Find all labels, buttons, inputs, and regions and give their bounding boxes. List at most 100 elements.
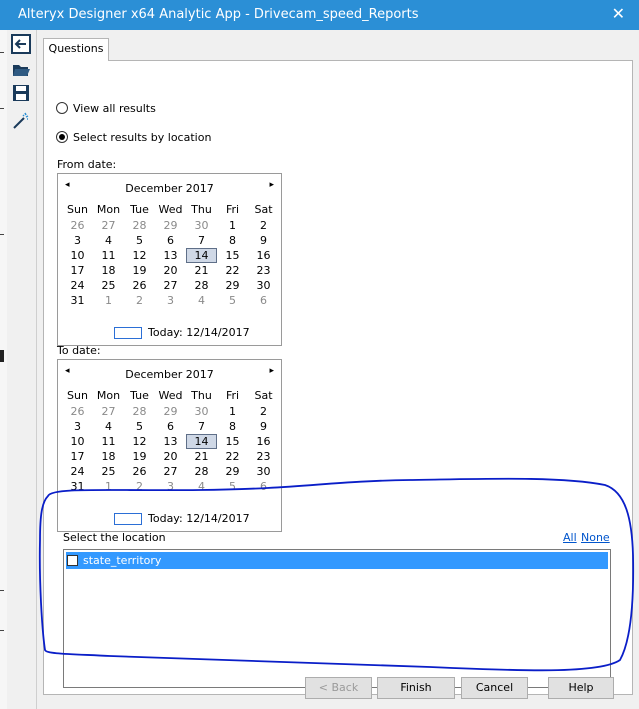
back-button[interactable]: < Back bbox=[305, 677, 372, 699]
calendar-day[interactable]: 5 bbox=[217, 479, 248, 494]
calendar-day[interactable]: 31 bbox=[62, 479, 93, 494]
calendar-day[interactable]: 6 bbox=[155, 419, 186, 434]
calendar-day[interactable]: 2 bbox=[248, 404, 279, 419]
calendar-day[interactable]: 9 bbox=[248, 419, 279, 434]
calendar-day[interactable]: 31 bbox=[62, 293, 93, 308]
calendar-day[interactable]: 17 bbox=[62, 449, 93, 464]
exit-icon[interactable] bbox=[11, 34, 31, 54]
select-all-link[interactable]: All bbox=[563, 531, 577, 544]
calendar-day[interactable]: 4 bbox=[186, 293, 217, 308]
calendar-day[interactable]: 18 bbox=[93, 263, 124, 278]
calendar-day[interactable]: 13 bbox=[155, 248, 186, 263]
view-all-radio[interactable] bbox=[56, 102, 68, 114]
calendar-day[interactable]: 2 bbox=[248, 218, 279, 233]
calendar-day[interactable]: 25 bbox=[93, 278, 124, 293]
calendar-day[interactable]: 18 bbox=[93, 449, 124, 464]
calendar-day[interactable]: 14 bbox=[186, 248, 217, 263]
calendar-day[interactable]: 19 bbox=[124, 263, 155, 278]
by-location-option[interactable]: Select results by location bbox=[56, 128, 211, 146]
calendar-day[interactable]: 8 bbox=[217, 419, 248, 434]
calendar-day[interactable]: 20 bbox=[155, 449, 186, 464]
tab-questions[interactable]: Questions bbox=[43, 38, 109, 61]
view-all-option[interactable]: View all results bbox=[56, 99, 156, 117]
calendar-day[interactable]: 6 bbox=[248, 293, 279, 308]
calendar-day[interactable]: 8 bbox=[217, 233, 248, 248]
calendar-day[interactable]: 30 bbox=[186, 404, 217, 419]
calendar-day[interactable]: 22 bbox=[217, 263, 248, 278]
calendar-day[interactable]: 12 bbox=[124, 434, 155, 449]
calendar-day[interactable]: 26 bbox=[62, 218, 93, 233]
next-month-icon[interactable]: ▸ bbox=[269, 366, 274, 376]
calendar-day[interactable]: 1 bbox=[93, 293, 124, 308]
calendar-day[interactable]: 1 bbox=[217, 218, 248, 233]
calendar-day[interactable]: 26 bbox=[124, 278, 155, 293]
location-checkbox[interactable] bbox=[67, 555, 78, 566]
from-date-calendar[interactable]: ◂ December 2017 ▸ Sun Mon Tue Wed Thu Fri Sat 2… bbox=[57, 173, 282, 346]
calendar-day[interactable]: 24 bbox=[62, 278, 93, 293]
today-link[interactable]: Today: 12/14/2017 bbox=[114, 326, 250, 339]
calendar-day[interactable]: 4 bbox=[93, 419, 124, 434]
calendar-day[interactable]: 28 bbox=[124, 218, 155, 233]
calendar-day[interactable]: 16 bbox=[248, 248, 279, 263]
calendar-day[interactable]: 22 bbox=[217, 449, 248, 464]
save-icon[interactable] bbox=[11, 83, 31, 103]
help-button[interactable]: Help bbox=[548, 677, 614, 699]
calendar-day[interactable]: 6 bbox=[248, 479, 279, 494]
calendar-day[interactable]: 30 bbox=[248, 464, 279, 479]
calendar-day[interactable]: 14 bbox=[186, 434, 217, 449]
calendar-day[interactable]: 15 bbox=[217, 434, 248, 449]
calendar-day[interactable]: 10 bbox=[62, 434, 93, 449]
select-none-link[interactable]: None bbox=[581, 531, 610, 544]
calendar-day[interactable]: 1 bbox=[217, 404, 248, 419]
calendar-day[interactable]: 10 bbox=[62, 248, 93, 263]
calendar-day[interactable]: 23 bbox=[248, 263, 279, 278]
calendar-day[interactable]: 3 bbox=[155, 293, 186, 308]
calendar-day[interactable]: 21 bbox=[186, 449, 217, 464]
calendar-day[interactable]: 1 bbox=[93, 479, 124, 494]
calendar-day[interactable]: 3 bbox=[155, 479, 186, 494]
calendar-day[interactable]: 30 bbox=[248, 278, 279, 293]
calendar-day[interactable]: 5 bbox=[124, 233, 155, 248]
calendar-day[interactable]: 29 bbox=[217, 278, 248, 293]
calendar-day[interactable]: 23 bbox=[248, 449, 279, 464]
calendar-day[interactable]: 11 bbox=[93, 434, 124, 449]
calendar-day[interactable]: 29 bbox=[155, 404, 186, 419]
calendar-day[interactable]: 4 bbox=[186, 479, 217, 494]
list-item[interactable]: state_territory bbox=[66, 552, 608, 569]
calendar-day[interactable]: 2 bbox=[124, 479, 155, 494]
calendar-day[interactable]: 11 bbox=[93, 248, 124, 263]
cancel-button[interactable]: Cancel bbox=[461, 677, 528, 699]
to-date-calendar[interactable]: ◂ December 2017 ▸ Sun Mon Tue Wed Thu Fri Sat 2… bbox=[57, 359, 282, 532]
calendar-day[interactable]: 27 bbox=[93, 218, 124, 233]
calendar-day[interactable]: 4 bbox=[93, 233, 124, 248]
calendar-day[interactable]: 3 bbox=[62, 419, 93, 434]
calendar-day[interactable]: 29 bbox=[155, 218, 186, 233]
calendar-day[interactable]: 12 bbox=[124, 248, 155, 263]
calendar-day[interactable]: 27 bbox=[155, 278, 186, 293]
calendar-day[interactable]: 9 bbox=[248, 233, 279, 248]
next-month-icon[interactable]: ▸ bbox=[269, 180, 274, 190]
location-list[interactable]: state_territory bbox=[63, 549, 611, 688]
finish-button[interactable]: Finish bbox=[377, 677, 455, 699]
magic-wand-icon[interactable] bbox=[11, 111, 31, 131]
calendar-day[interactable]: 27 bbox=[93, 404, 124, 419]
calendar-day[interactable]: 17 bbox=[62, 263, 93, 278]
calendar-day[interactable]: 5 bbox=[217, 293, 248, 308]
calendar-day[interactable]: 16 bbox=[248, 434, 279, 449]
calendar-day[interactable]: 15 bbox=[217, 248, 248, 263]
calendar-day[interactable]: 25 bbox=[93, 464, 124, 479]
calendar-day[interactable]: 20 bbox=[155, 263, 186, 278]
calendar-day[interactable]: 2 bbox=[124, 293, 155, 308]
calendar-day[interactable]: 3 bbox=[62, 233, 93, 248]
calendar-day[interactable]: 28 bbox=[186, 464, 217, 479]
close-icon[interactable]: ✕ bbox=[612, 5, 625, 23]
open-folder-icon[interactable] bbox=[11, 60, 31, 80]
calendar-day[interactable]: 7 bbox=[186, 233, 217, 248]
by-location-radio[interactable] bbox=[56, 131, 68, 143]
calendar-day[interactable]: 28 bbox=[186, 278, 217, 293]
calendar-day[interactable]: 27 bbox=[155, 464, 186, 479]
calendar-day[interactable]: 26 bbox=[124, 464, 155, 479]
calendar-day[interactable]: 24 bbox=[62, 464, 93, 479]
calendar-day[interactable]: 21 bbox=[186, 263, 217, 278]
calendar-day[interactable]: 28 bbox=[124, 404, 155, 419]
